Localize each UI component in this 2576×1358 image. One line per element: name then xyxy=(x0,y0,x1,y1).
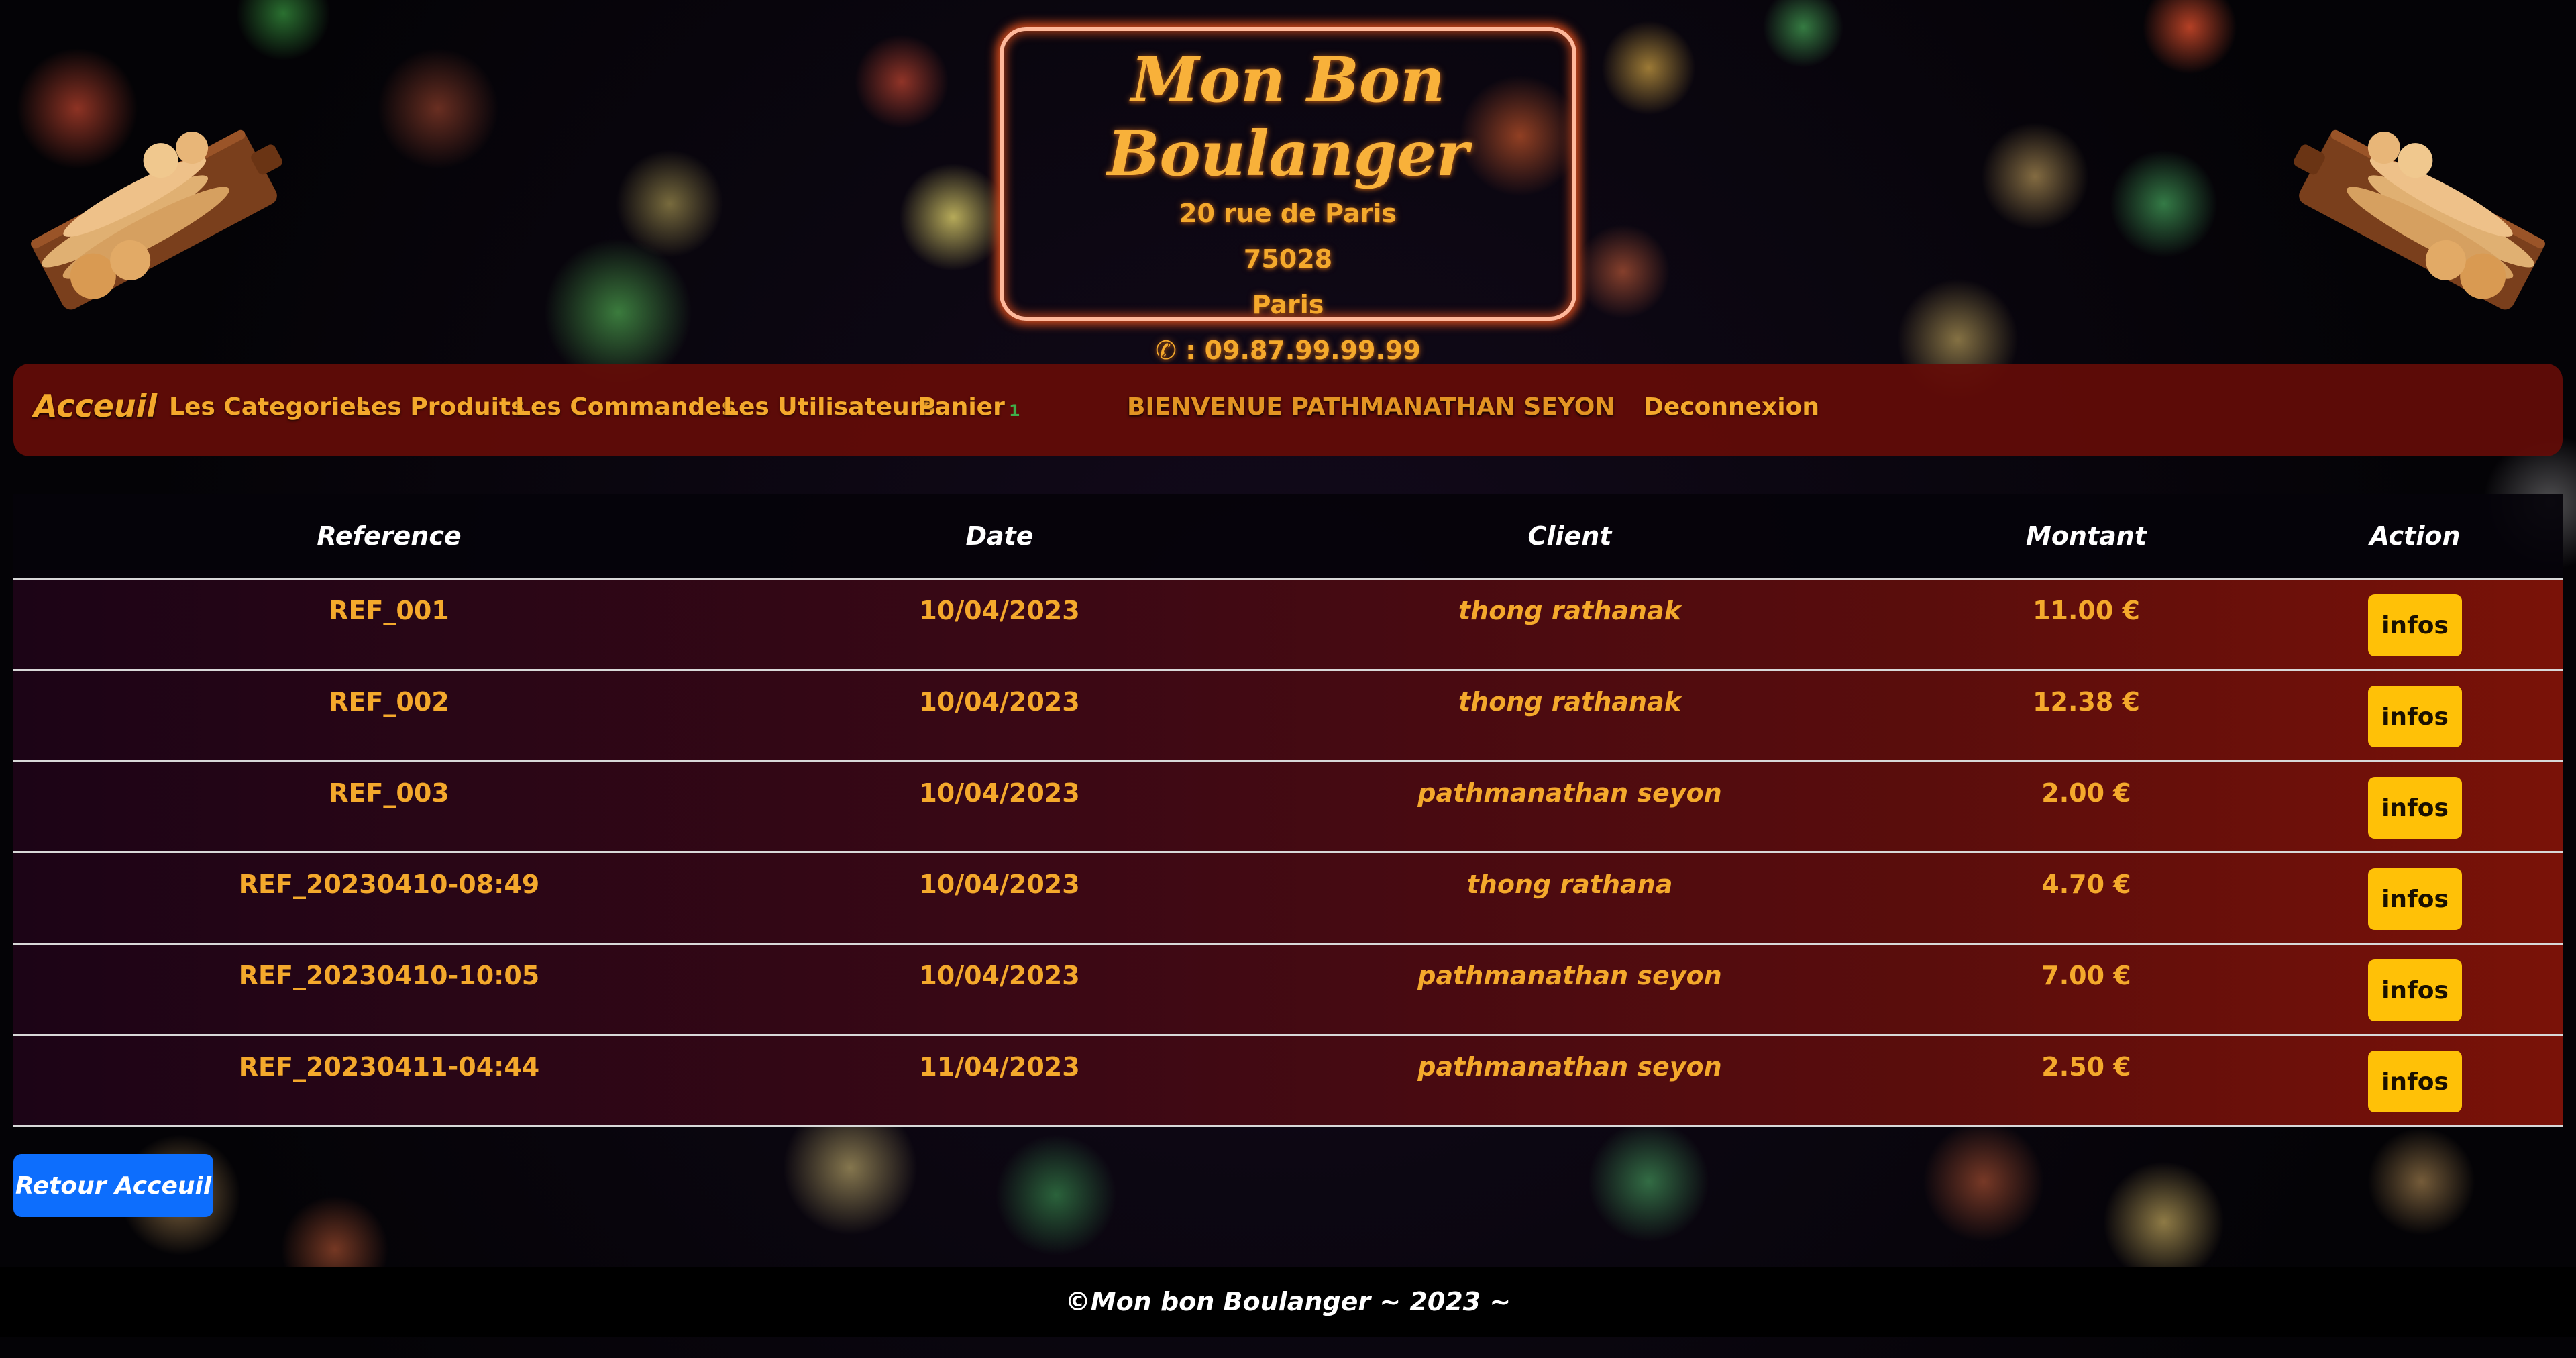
infos-button[interactable]: infos xyxy=(2368,1051,2462,1112)
infos-button[interactable]: infos xyxy=(2368,777,2462,839)
nav-item-orders[interactable]: Les Commandes xyxy=(515,393,736,421)
infos-button[interactable]: infos xyxy=(2368,594,2462,656)
header-amount: Montant xyxy=(2026,521,2147,551)
cell-date: 10/04/2023 xyxy=(919,778,1080,808)
cell-reference: REF_20230410-10:05 xyxy=(238,961,540,990)
cell-date: 11/04/2023 xyxy=(919,1052,1080,1082)
bread-board-icon xyxy=(31,129,282,310)
nav-item-users[interactable]: Les Utilisateurs xyxy=(723,393,936,421)
cell-date: 10/04/2023 xyxy=(919,596,1080,625)
footer-copyright: ©Mon bon Boulanger ~ 2023 ~ xyxy=(0,1267,2576,1337)
welcome-message: BIENVENUE PATHMANATHAN SEYON xyxy=(1127,393,1615,421)
bread-board-icon xyxy=(2294,129,2545,310)
cell-reference: REF_002 xyxy=(329,687,449,717)
cell-reference: REF_20230411-04:44 xyxy=(238,1052,540,1082)
table-row: REF_001 10/04/2023 thong rathanak 11.00 … xyxy=(13,580,2563,671)
orders-table: Reference Date Client Montant Action REF… xyxy=(13,494,2563,1127)
cell-client: pathmanathan seyon xyxy=(1417,778,1722,808)
infos-button[interactable]: infos xyxy=(2368,959,2462,1021)
cell-date: 10/04/2023 xyxy=(919,687,1080,717)
table-row: REF_20230411-04:44 11/04/2023 pathmanath… xyxy=(13,1036,2563,1127)
cell-client: pathmanathan seyon xyxy=(1417,1052,1722,1082)
cell-reference: REF_001 xyxy=(329,596,449,625)
cell-date: 10/04/2023 xyxy=(919,870,1080,899)
header-action: Action xyxy=(2369,521,2461,551)
cell-amount: 2.00 € xyxy=(2041,778,2131,808)
logout-link[interactable]: Deconnexion xyxy=(1644,393,1819,421)
cell-client: thong rathana xyxy=(1466,870,1673,899)
main-navbar: Acceuil Les Categories Les Produits Les … xyxy=(13,364,2563,456)
cell-reference: REF_20230410-08:49 xyxy=(238,870,540,899)
nav-item-categories[interactable]: Les Categories xyxy=(169,393,370,421)
nav-brand-home[interactable]: Acceuil xyxy=(34,388,157,424)
cell-client: thong rathanak xyxy=(1458,596,1682,625)
infos-button[interactable]: infos xyxy=(2368,686,2462,747)
cell-date: 10/04/2023 xyxy=(919,961,1080,990)
table-row: REF_002 10/04/2023 thong rathanak 12.38 … xyxy=(13,671,2563,762)
cell-reference: REF_003 xyxy=(329,778,449,808)
shop-postcode: 75028 xyxy=(1243,244,1333,274)
header-date: Date xyxy=(965,521,1034,551)
cell-amount: 7.00 € xyxy=(2041,961,2131,990)
nav-item-products[interactable]: Les Produits xyxy=(356,393,525,421)
cell-amount: 11.00 € xyxy=(2033,596,2140,625)
cart-count-badge: 1 xyxy=(1009,401,1020,420)
shop-name: Mon Bon Boulanger xyxy=(1107,44,1469,190)
cell-amount: 2.50 € xyxy=(2041,1052,2131,1082)
header-reference: Reference xyxy=(317,521,462,551)
cell-amount: 4.70 € xyxy=(2041,870,2131,899)
cell-amount: 12.38 € xyxy=(2033,687,2140,717)
shop-info-card: Mon Bon Boulanger 20 rue de Paris 75028 … xyxy=(1000,27,1576,365)
shop-address: 20 rue de Paris xyxy=(1179,199,1397,228)
table-row: REF_20230410-08:49 10/04/2023 thong rath… xyxy=(13,853,2563,945)
table-header-row: Reference Date Client Montant Action xyxy=(13,494,2563,580)
nav-item-cart[interactable]: Panier xyxy=(918,393,1005,421)
back-home-button[interactable]: Retour Acceuil xyxy=(13,1154,213,1217)
table-row: REF_20230410-10:05 10/04/2023 pathmanath… xyxy=(13,945,2563,1036)
shop-city: Paris xyxy=(1252,290,1324,319)
infos-button[interactable]: infos xyxy=(2368,868,2462,930)
table-row: REF_003 10/04/2023 pathmanathan seyon 2.… xyxy=(13,762,2563,853)
cell-client: thong rathanak xyxy=(1458,687,1682,717)
header-client: Client xyxy=(1527,521,1612,551)
cell-client: pathmanathan seyon xyxy=(1417,961,1722,990)
